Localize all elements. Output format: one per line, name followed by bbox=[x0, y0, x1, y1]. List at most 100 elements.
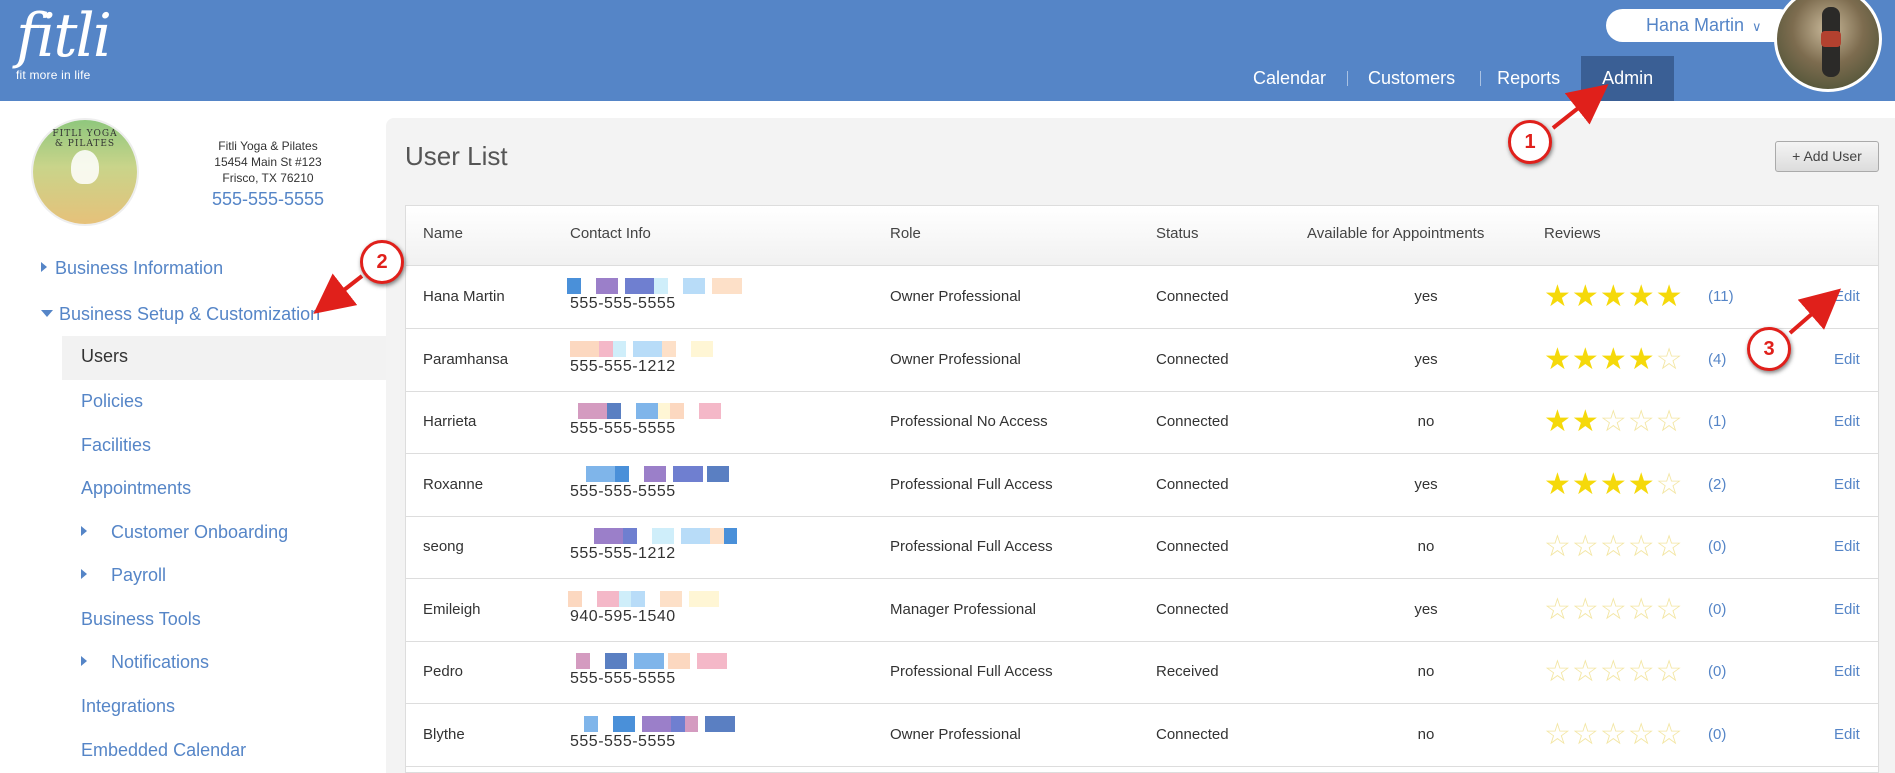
star-empty-icon: ☆ bbox=[1599, 530, 1628, 563]
rating-stars: ★★☆☆☆ bbox=[1544, 405, 1684, 439]
column-reviews[interactable]: Reviews bbox=[1544, 225, 1601, 242]
nav-reports[interactable]: Reports bbox=[1476, 56, 1581, 101]
available-cell: yes bbox=[1414, 600, 1438, 618]
user-name-cell[interactable]: Emileigh bbox=[423, 601, 481, 618]
review-count-link[interactable]: (0) bbox=[1708, 601, 1726, 618]
sidebar-item-customer-onboarding[interactable]: Customer Onboarding bbox=[81, 522, 288, 543]
user-name-cell[interactable]: Paramhansa bbox=[423, 351, 508, 368]
table-row: Hana Martin 555-555-5555 Owner Professiona… bbox=[406, 266, 1878, 329]
edit-link[interactable]: Edit bbox=[1834, 288, 1860, 305]
sidebar-item-facilities[interactable]: Facilities bbox=[81, 435, 151, 456]
role-cell: Manager Professional bbox=[890, 600, 1036, 618]
table-row: seong 555-555-1212 Professional Full Acces… bbox=[406, 516, 1878, 579]
review-count-link[interactable]: (4) bbox=[1708, 351, 1726, 368]
edit-link[interactable]: Edit bbox=[1834, 351, 1860, 368]
column-status[interactable]: Status bbox=[1156, 225, 1199, 242]
business-phone[interactable]: 555-555-5555 bbox=[168, 187, 368, 211]
sidebar-business-setup[interactable]: Business Setup & Customization bbox=[41, 304, 320, 325]
column-name[interactable]: Name bbox=[423, 225, 463, 242]
avatar[interactable] bbox=[1774, 0, 1882, 92]
star-empty-icon: ☆ bbox=[1627, 717, 1656, 751]
chevron-down-icon: ∨ bbox=[1752, 19, 1762, 34]
user-name-cell[interactable]: Hana Martin bbox=[423, 288, 505, 305]
table-row: Harrieta 555-555-5555 Professional No Acce… bbox=[406, 391, 1878, 454]
sidebar-item-business-tools[interactable]: Business Tools bbox=[81, 609, 201, 630]
edit-link[interactable]: Edit bbox=[1834, 601, 1860, 618]
table-row: Paramhansa 555-555-1212 Owner Professional… bbox=[406, 329, 1878, 392]
add-user-button[interactable]: + Add User bbox=[1775, 141, 1879, 172]
user-name-cell[interactable]: Pedro bbox=[423, 663, 463, 680]
column-contact-info[interactable]: Contact Info bbox=[570, 225, 651, 242]
table-row: Pedro 555-555-5555 Professional Full Acces… bbox=[406, 641, 1878, 704]
sidebar-label: Payroll bbox=[111, 565, 167, 585]
available-cell: no bbox=[1417, 725, 1435, 743]
callout-badge-3: 3 bbox=[1747, 327, 1791, 371]
lotus-figure-icon bbox=[71, 150, 99, 184]
caret-right-icon bbox=[81, 569, 87, 579]
sidebar-item-policies[interactable]: Policies bbox=[81, 391, 143, 412]
business-info-block: Fitli Yoga & Pilates 15454 Main St #123 … bbox=[168, 138, 368, 211]
phone-cell: 555-555-5555 bbox=[570, 420, 676, 437]
star-filled-icon: ★ bbox=[1544, 405, 1572, 438]
fitli-logo[interactable]: fitli fit more in life bbox=[16, 2, 126, 92]
review-count-link[interactable]: (0) bbox=[1708, 663, 1726, 680]
sidebar-item-payroll[interactable]: Payroll bbox=[81, 565, 166, 586]
star-empty-icon: ☆ bbox=[1544, 592, 1572, 626]
user-name-cell[interactable]: seong bbox=[423, 538, 464, 555]
table-row: Roxanne 555-555-5555 Professional Full Acc… bbox=[406, 454, 1878, 517]
nav-calendar[interactable]: Calendar bbox=[1232, 56, 1347, 101]
caret-right-icon bbox=[81, 526, 87, 536]
edit-link[interactable]: Edit bbox=[1834, 476, 1860, 493]
edit-link[interactable]: Edit bbox=[1834, 663, 1860, 680]
sidebar-business-information[interactable]: Business Information bbox=[41, 258, 223, 279]
sidebar-item-integrations[interactable]: Integrations bbox=[81, 696, 175, 717]
star-filled-icon: ★ bbox=[1571, 342, 1600, 376]
user-name: Hana Martin bbox=[1646, 15, 1745, 35]
user-name-cell[interactable]: Harrieta bbox=[423, 413, 476, 430]
review-count-link[interactable]: (11) bbox=[1708, 288, 1734, 305]
rating-stars: ★★★★★ bbox=[1544, 280, 1684, 314]
edit-link[interactable]: Edit bbox=[1834, 538, 1860, 555]
star-empty-icon: ☆ bbox=[1571, 717, 1600, 751]
user-name-cell[interactable]: Blythe bbox=[423, 726, 465, 743]
nav-customers[interactable]: Customers bbox=[1347, 56, 1476, 101]
redacted-contact bbox=[567, 715, 767, 734]
review-count-link[interactable]: (2) bbox=[1708, 476, 1726, 493]
rating-stars: ☆☆☆☆☆ bbox=[1544, 655, 1684, 689]
status-cell: Connected bbox=[1156, 538, 1229, 555]
nav-divider bbox=[1480, 71, 1481, 86]
edit-link[interactable]: Edit bbox=[1834, 413, 1860, 430]
nav-divider bbox=[1347, 71, 1348, 86]
star-empty-icon: ☆ bbox=[1599, 717, 1628, 751]
rating-stars: ★★★★☆ bbox=[1544, 468, 1684, 502]
review-count-link[interactable]: (0) bbox=[1708, 726, 1726, 743]
phone-cell: 555-555-1212 bbox=[570, 357, 676, 375]
column-available[interactable]: Available for Appointments bbox=[1307, 225, 1484, 242]
edit-link[interactable]: Edit bbox=[1834, 726, 1860, 743]
user-menu-button[interactable]: Hana Martin ∨ bbox=[1606, 9, 1796, 42]
table-header: Name Contact Info Role Status Available … bbox=[406, 206, 1878, 266]
rating-stars: ☆☆☆☆☆ bbox=[1544, 530, 1684, 564]
sidebar-item-notifications[interactable]: Notifications bbox=[81, 652, 209, 673]
caret-right-icon bbox=[41, 262, 47, 272]
user-name-cell[interactable]: Roxanne bbox=[423, 476, 483, 493]
star-empty-icon: ☆ bbox=[1571, 655, 1600, 688]
star-filled-icon: ★ bbox=[1599, 280, 1628, 313]
column-role[interactable]: Role bbox=[890, 225, 921, 242]
sidebar-item-users[interactable]: Users bbox=[81, 346, 128, 367]
sidebar-item-appointments[interactable]: Appointments bbox=[81, 478, 191, 499]
phone-cell: 555-555-5555 bbox=[570, 670, 676, 687]
star-empty-icon: ☆ bbox=[1655, 405, 1684, 438]
status-cell: Connected bbox=[1156, 288, 1229, 305]
star-empty-icon: ☆ bbox=[1571, 592, 1600, 626]
star-empty-icon: ☆ bbox=[1627, 655, 1656, 688]
review-count-link[interactable]: (1) bbox=[1708, 413, 1726, 430]
sidebar-item-embedded-calendar[interactable]: Embedded Calendar bbox=[81, 740, 246, 761]
star-filled-icon: ★ bbox=[1571, 280, 1600, 313]
star-empty-icon: ☆ bbox=[1571, 530, 1600, 563]
nav-admin[interactable]: Admin bbox=[1581, 56, 1675, 101]
sidebar-label: Business Information bbox=[55, 258, 224, 278]
star-filled-icon: ★ bbox=[1571, 467, 1600, 501]
role-cell: Professional Full Access bbox=[890, 475, 1053, 493]
review-count-link[interactable]: (0) bbox=[1708, 538, 1726, 555]
